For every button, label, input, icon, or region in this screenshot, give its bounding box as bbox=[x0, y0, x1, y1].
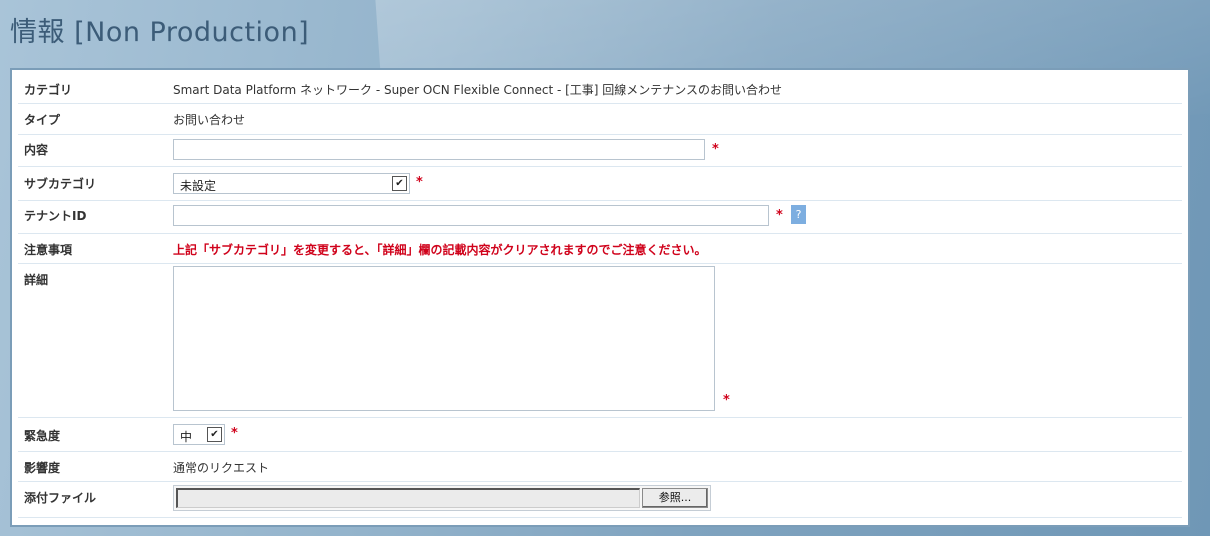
row-details: 詳細 * bbox=[18, 263, 1182, 418]
tenant-id-label: テナントID bbox=[24, 209, 87, 223]
type-label: タイプ bbox=[24, 113, 61, 127]
category-label: カテゴリ bbox=[24, 83, 73, 97]
attachment-label: 添付ファイル bbox=[24, 491, 97, 505]
category-value: Smart Data Platform ネットワーク - Super OCN F… bbox=[173, 83, 783, 97]
tenant-id-required-mark: * bbox=[776, 208, 783, 223]
row-category: カテゴリ Smart Data Platform ネットワーク - Super … bbox=[18, 70, 1182, 104]
subcategory-required-mark: * bbox=[416, 175, 423, 190]
subcategory-label: サブカテゴリ bbox=[24, 177, 97, 191]
page-title: 情報 [Non Production] bbox=[10, 17, 310, 48]
file-path-input[interactable] bbox=[176, 488, 640, 508]
details-textarea[interactable] bbox=[173, 266, 715, 411]
type-value: お問い合わせ bbox=[173, 113, 246, 127]
tenant-id-input[interactable] bbox=[173, 205, 769, 226]
row-content: 内容 * bbox=[18, 134, 1182, 167]
file-upload: 参照... bbox=[173, 485, 711, 511]
content-input[interactable] bbox=[173, 139, 705, 160]
urgency-required-mark: * bbox=[231, 426, 238, 441]
urgency-label: 緊急度 bbox=[24, 429, 61, 443]
row-notice: 注意事項 上記「サブカテゴリ」を変更すると、「詳細」欄の記載内容がクリアされます… bbox=[18, 233, 1182, 264]
impact-value: 通常のリクエスト bbox=[173, 461, 270, 475]
impact-label: 影響度 bbox=[24, 461, 61, 475]
row-urgency: 緊急度 中 ✔ * bbox=[18, 417, 1182, 452]
row-type: タイプ お問い合わせ bbox=[18, 103, 1182, 135]
ticket-form: カテゴリ Smart Data Platform ネットワーク - Super … bbox=[10, 68, 1190, 527]
subcategory-selected-value: 未設定 bbox=[180, 179, 217, 193]
urgency-select[interactable]: 中 ✔ bbox=[173, 424, 225, 445]
row-subcategory: サブカテゴリ 未設定 ✔ * bbox=[18, 166, 1182, 201]
details-required-mark: * bbox=[723, 393, 730, 408]
notice-label: 注意事項 bbox=[24, 243, 73, 257]
content-required-mark: * bbox=[712, 142, 719, 157]
notice-text: 上記「サブカテゴリ」を変更すると、「詳細」欄の記載内容がクリアされますのでご注意… bbox=[173, 243, 707, 257]
subcategory-select[interactable]: 未設定 ✔ bbox=[173, 173, 410, 194]
details-label: 詳細 bbox=[24, 273, 49, 287]
row-impact: 影響度 通常のリクエスト bbox=[18, 451, 1182, 482]
help-icon[interactable]: ? bbox=[791, 205, 806, 224]
row-attachment: 添付ファイル 参照... bbox=[18, 481, 1182, 518]
chevron-down-icon[interactable]: ✔ bbox=[392, 176, 407, 191]
chevron-down-icon[interactable]: ✔ bbox=[207, 427, 222, 442]
urgency-selected-value: 中 bbox=[180, 430, 193, 444]
row-tenant-id: テナントID * ? bbox=[18, 200, 1182, 234]
browse-button[interactable]: 参照... bbox=[642, 488, 708, 508]
content-label: 内容 bbox=[24, 143, 49, 157]
